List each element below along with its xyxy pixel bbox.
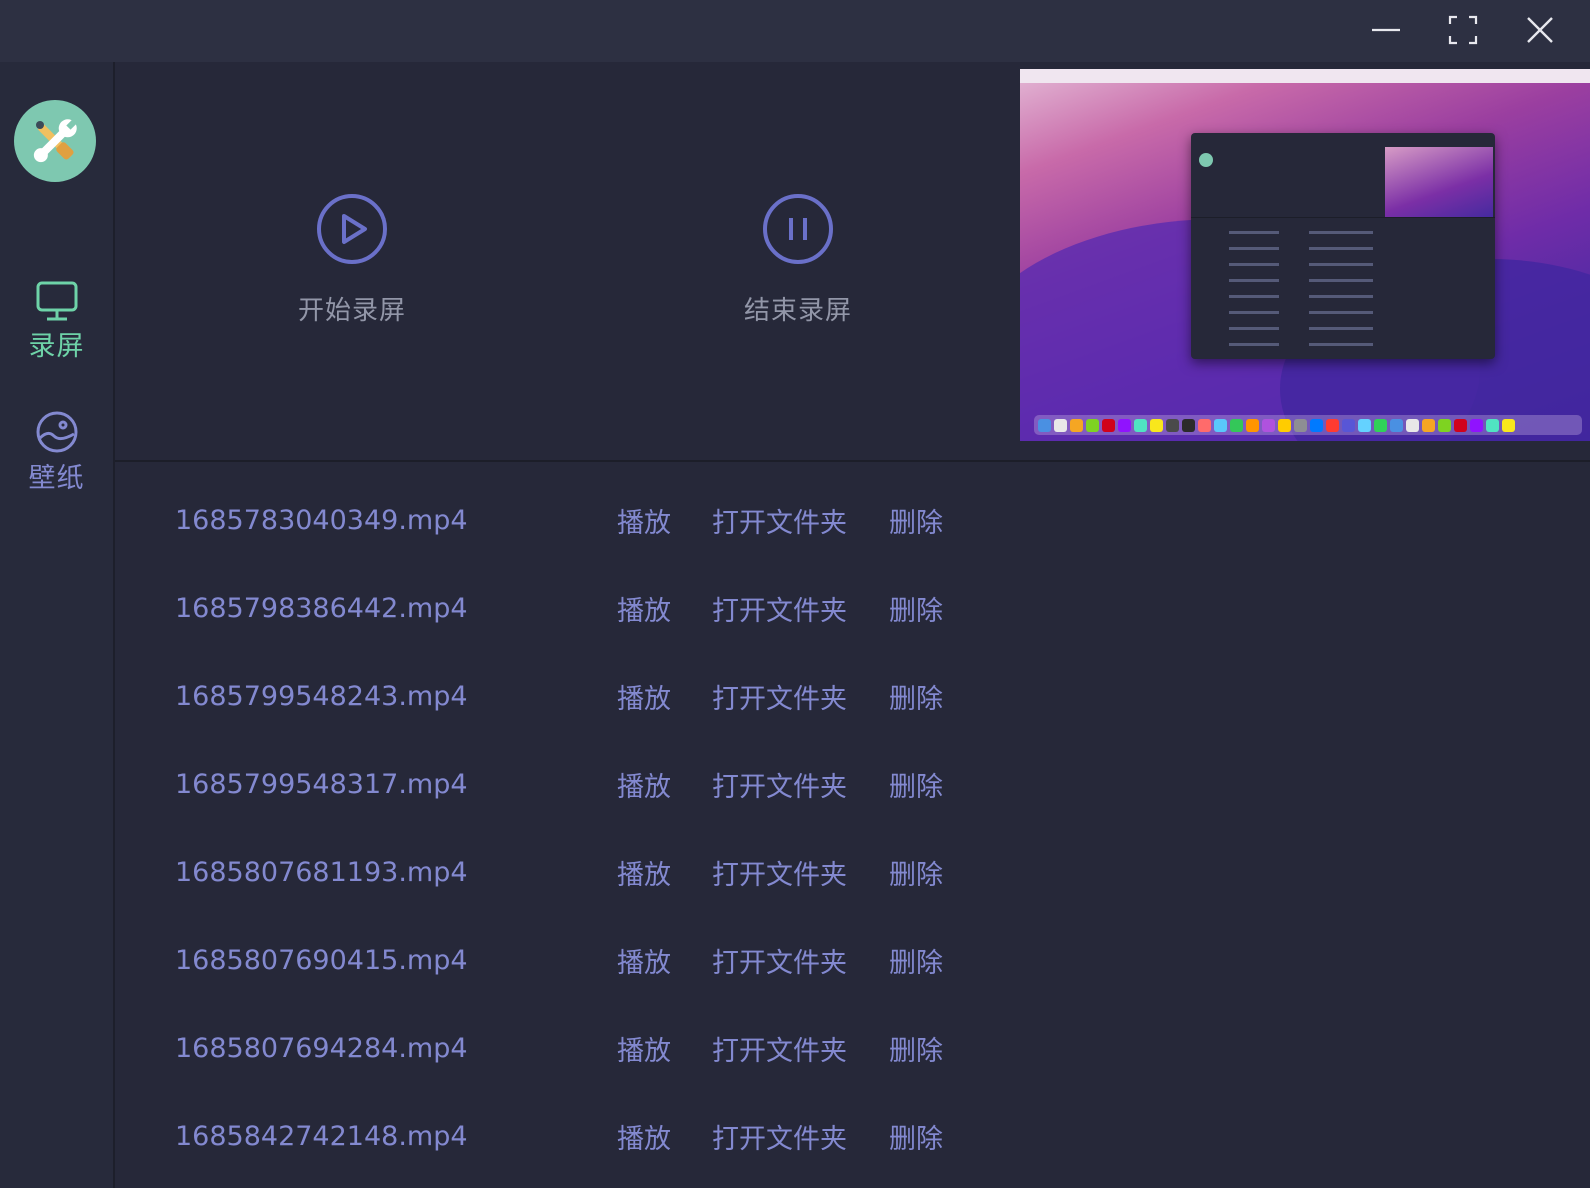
title-bar bbox=[0, 0, 1590, 62]
play-circle-icon bbox=[317, 194, 387, 264]
dock-app-icon bbox=[1390, 418, 1403, 432]
dock-app-icon bbox=[1102, 418, 1115, 432]
close-icon[interactable] bbox=[1518, 8, 1562, 52]
start-recording-label: 开始录屏 bbox=[297, 296, 406, 326]
dock-app-icon bbox=[1118, 418, 1131, 432]
table-row: 1685807694284.mp4 播放 打开文件夹 删除 bbox=[175, 1008, 1175, 1088]
monitor-icon bbox=[36, 281, 77, 321]
delete-button[interactable]: 删除 bbox=[889, 1117, 943, 1156]
dock-app-icon bbox=[1134, 418, 1147, 432]
play-button[interactable]: 播放 bbox=[617, 941, 671, 980]
dock-app-icon bbox=[1294, 418, 1307, 432]
open-folder-button[interactable]: 打开文件夹 bbox=[712, 941, 847, 980]
dock-app-icon bbox=[1358, 418, 1371, 432]
dock-app-icon bbox=[1214, 418, 1227, 432]
play-button[interactable]: 播放 bbox=[617, 1117, 671, 1156]
dock-app-icon bbox=[1342, 418, 1355, 432]
dock-app-icon bbox=[1038, 418, 1051, 432]
open-folder-button[interactable]: 打开文件夹 bbox=[712, 589, 847, 628]
delete-button[interactable]: 删除 bbox=[889, 941, 943, 980]
preview-menubar bbox=[1020, 69, 1590, 83]
dock-app-icon bbox=[1374, 418, 1387, 432]
play-button[interactable]: 播放 bbox=[617, 501, 671, 540]
table-row: 1685799548317.mp4 播放 打开文件夹 删除 bbox=[175, 744, 1175, 824]
sidebar-item-label: 录屏 bbox=[28, 331, 85, 362]
dock-app-icon bbox=[1166, 418, 1179, 432]
delete-button[interactable]: 删除 bbox=[889, 677, 943, 716]
dock-app-icon bbox=[1486, 418, 1499, 432]
dock-app-icon bbox=[1454, 418, 1467, 432]
play-button[interactable]: 播放 bbox=[617, 589, 671, 628]
screen-preview bbox=[1020, 69, 1590, 441]
dock-app-icon bbox=[1502, 418, 1515, 432]
table-row: 1685807681193.mp4 播放 打开文件夹 删除 bbox=[175, 832, 1175, 912]
dock-app-icon bbox=[1470, 418, 1483, 432]
delete-button[interactable]: 删除 bbox=[889, 765, 943, 804]
delete-button[interactable]: 删除 bbox=[889, 853, 943, 892]
play-button[interactable]: 播放 bbox=[617, 853, 671, 892]
tools-icon bbox=[14, 100, 96, 182]
sidebar-item-record[interactable]: 录屏 bbox=[0, 280, 113, 380]
dock-app-icon bbox=[1070, 418, 1083, 432]
dock-app-icon bbox=[1086, 418, 1099, 432]
pause-circle-icon bbox=[763, 194, 833, 264]
delete-button[interactable]: 删除 bbox=[889, 501, 943, 540]
dock-app-icon bbox=[1246, 418, 1259, 432]
dock-app-icon bbox=[1182, 418, 1195, 432]
stop-recording-label: 结束录屏 bbox=[743, 296, 852, 326]
file-name: 1685798386442.mp4 bbox=[175, 592, 468, 624]
table-row: 1685799548243.mp4 播放 打开文件夹 删除 bbox=[175, 656, 1175, 736]
dock-app-icon bbox=[1150, 418, 1163, 432]
table-row: 1685807690415.mp4 播放 打开文件夹 删除 bbox=[175, 920, 1175, 1000]
start-recording-button[interactable]: 开始录屏 bbox=[262, 192, 442, 342]
play-button[interactable]: 播放 bbox=[617, 1029, 671, 1068]
open-folder-button[interactable]: 打开文件夹 bbox=[712, 1029, 847, 1068]
dock-app-icon bbox=[1230, 418, 1243, 432]
file-name: 1685807694284.mp4 bbox=[175, 1032, 468, 1064]
delete-button[interactable]: 删除 bbox=[889, 1029, 943, 1068]
dock-app-icon bbox=[1198, 418, 1211, 432]
open-folder-button[interactable]: 打开文件夹 bbox=[712, 501, 847, 540]
sidebar-item-label: 壁纸 bbox=[28, 463, 85, 494]
dock-app-icon bbox=[1054, 418, 1067, 432]
file-name: 1685799548317.mp4 bbox=[175, 768, 468, 800]
dock-app-icon bbox=[1278, 418, 1291, 432]
dock-app-icon bbox=[1326, 418, 1339, 432]
table-row: 1685798386442.mp4 播放 打开文件夹 删除 bbox=[175, 568, 1175, 648]
dock-app-icon bbox=[1406, 418, 1419, 432]
dock-app-icon bbox=[1422, 418, 1435, 432]
preview-app-window bbox=[1191, 133, 1495, 359]
open-folder-button[interactable]: 打开文件夹 bbox=[712, 677, 847, 716]
open-folder-button[interactable]: 打开文件夹 bbox=[712, 853, 847, 892]
file-name: 1685842742148.mp4 bbox=[175, 1120, 468, 1152]
dock-app-icon bbox=[1438, 418, 1451, 432]
file-name: 1685807681193.mp4 bbox=[175, 856, 468, 888]
preview-dock bbox=[1034, 415, 1582, 435]
dock-app-icon bbox=[1262, 418, 1275, 432]
play-button[interactable]: 播放 bbox=[617, 765, 671, 804]
open-folder-button[interactable]: 打开文件夹 bbox=[712, 765, 847, 804]
stop-recording-button[interactable]: 结束录屏 bbox=[708, 192, 888, 342]
dock-app-icon bbox=[1310, 418, 1323, 432]
open-folder-button[interactable]: 打开文件夹 bbox=[712, 1117, 847, 1156]
file-name: 1685783040349.mp4 bbox=[175, 504, 468, 536]
sidebar-item-wallpaper[interactable]: 壁纸 bbox=[0, 410, 113, 510]
file-name: 1685799548243.mp4 bbox=[175, 680, 468, 712]
sidebar: 录屏 壁纸 bbox=[0, 62, 115, 1188]
delete-button[interactable]: 删除 bbox=[889, 589, 943, 628]
table-row: 1685842742148.mp4 播放 打开文件夹 删除 bbox=[175, 1096, 1175, 1176]
play-button[interactable]: 播放 bbox=[617, 677, 671, 716]
file-name: 1685807690415.mp4 bbox=[175, 944, 468, 976]
image-icon bbox=[36, 411, 77, 453]
minimize-icon[interactable] bbox=[1364, 8, 1408, 52]
fullscreen-icon[interactable] bbox=[1441, 8, 1485, 52]
table-row: 1685783040349.mp4 播放 打开文件夹 删除 bbox=[175, 480, 1175, 560]
